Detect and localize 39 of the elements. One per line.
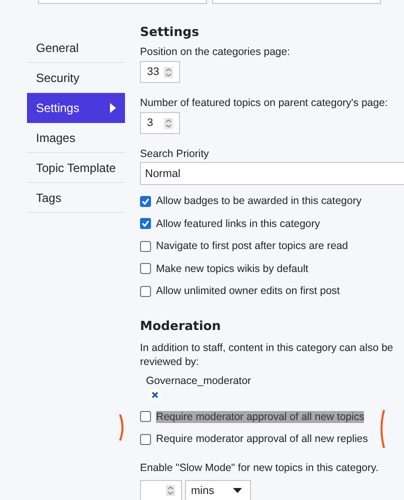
- checkbox-label: Allow badges to be awarded in this category: [156, 195, 362, 208]
- section-heading: Settings: [140, 24, 200, 41]
- number-field[interactable]: [140, 480, 182, 500]
- number-field[interactable]: 33: [140, 61, 180, 83]
- spinner-icon: [166, 485, 175, 496]
- checkbox[interactable]: [140, 411, 151, 422]
- field-label: Search Priority: [140, 148, 210, 160]
- field-label: Enable "Slow Mode" for new topics in this category.: [140, 462, 380, 474]
- checkbox-label: Navigate to first post after topics are read: [156, 240, 348, 252]
- checkbox[interactable]: [140, 196, 151, 207]
- checkbox-label: Require moderator approval of all new topics: [156, 410, 364, 423]
- unit-dropdown[interactable]: mins: [185, 480, 251, 500]
- nav-item[interactable]: Topic Template: [27, 153, 125, 183]
- checkbox-label: Allow unlimited owner edits on first post: [156, 285, 340, 298]
- description-text: In addition to staff, content in this category can also be reviewed by:: [140, 340, 394, 368]
- checkbox-label: Make new topics wikis by default: [156, 262, 308, 275]
- number-field[interactable]: 3: [140, 112, 180, 134]
- checkbox[interactable]: [140, 263, 151, 274]
- checkbox-label: Allow featured links in this category: [156, 218, 320, 230]
- nav-item[interactable]: Tags: [27, 183, 125, 213]
- group-name: Governace_moderator: [146, 374, 252, 386]
- field-label: Number of featured topics on parent category's page:: [140, 97, 389, 109]
- bracket-mark: [378, 408, 386, 448]
- nav-item[interactable]: Images: [27, 123, 125, 153]
- checkbox[interactable]: [140, 240, 151, 252]
- checkbox[interactable]: [140, 286, 151, 297]
- remove-icon[interactable]: [149, 388, 161, 400]
- checkbox[interactable]: [140, 434, 151, 445]
- checkbox[interactable]: [140, 218, 151, 230]
- spinner-icon: [164, 66, 173, 78]
- section-heading: Moderation: [140, 318, 222, 334]
- nav-item[interactable]: General: [27, 33, 125, 63]
- caret-icon: [233, 488, 242, 493]
- spinner-icon: [164, 118, 173, 128]
- priority-dropdown[interactable]: Normal: [140, 162, 404, 185]
- checkbox-label: Require moderator approval of all new replies: [156, 433, 368, 446]
- nav-item[interactable]: Settings: [27, 93, 125, 123]
- field-label: Position on the categories page:: [140, 46, 292, 58]
- caret-icon: [110, 102, 116, 112]
